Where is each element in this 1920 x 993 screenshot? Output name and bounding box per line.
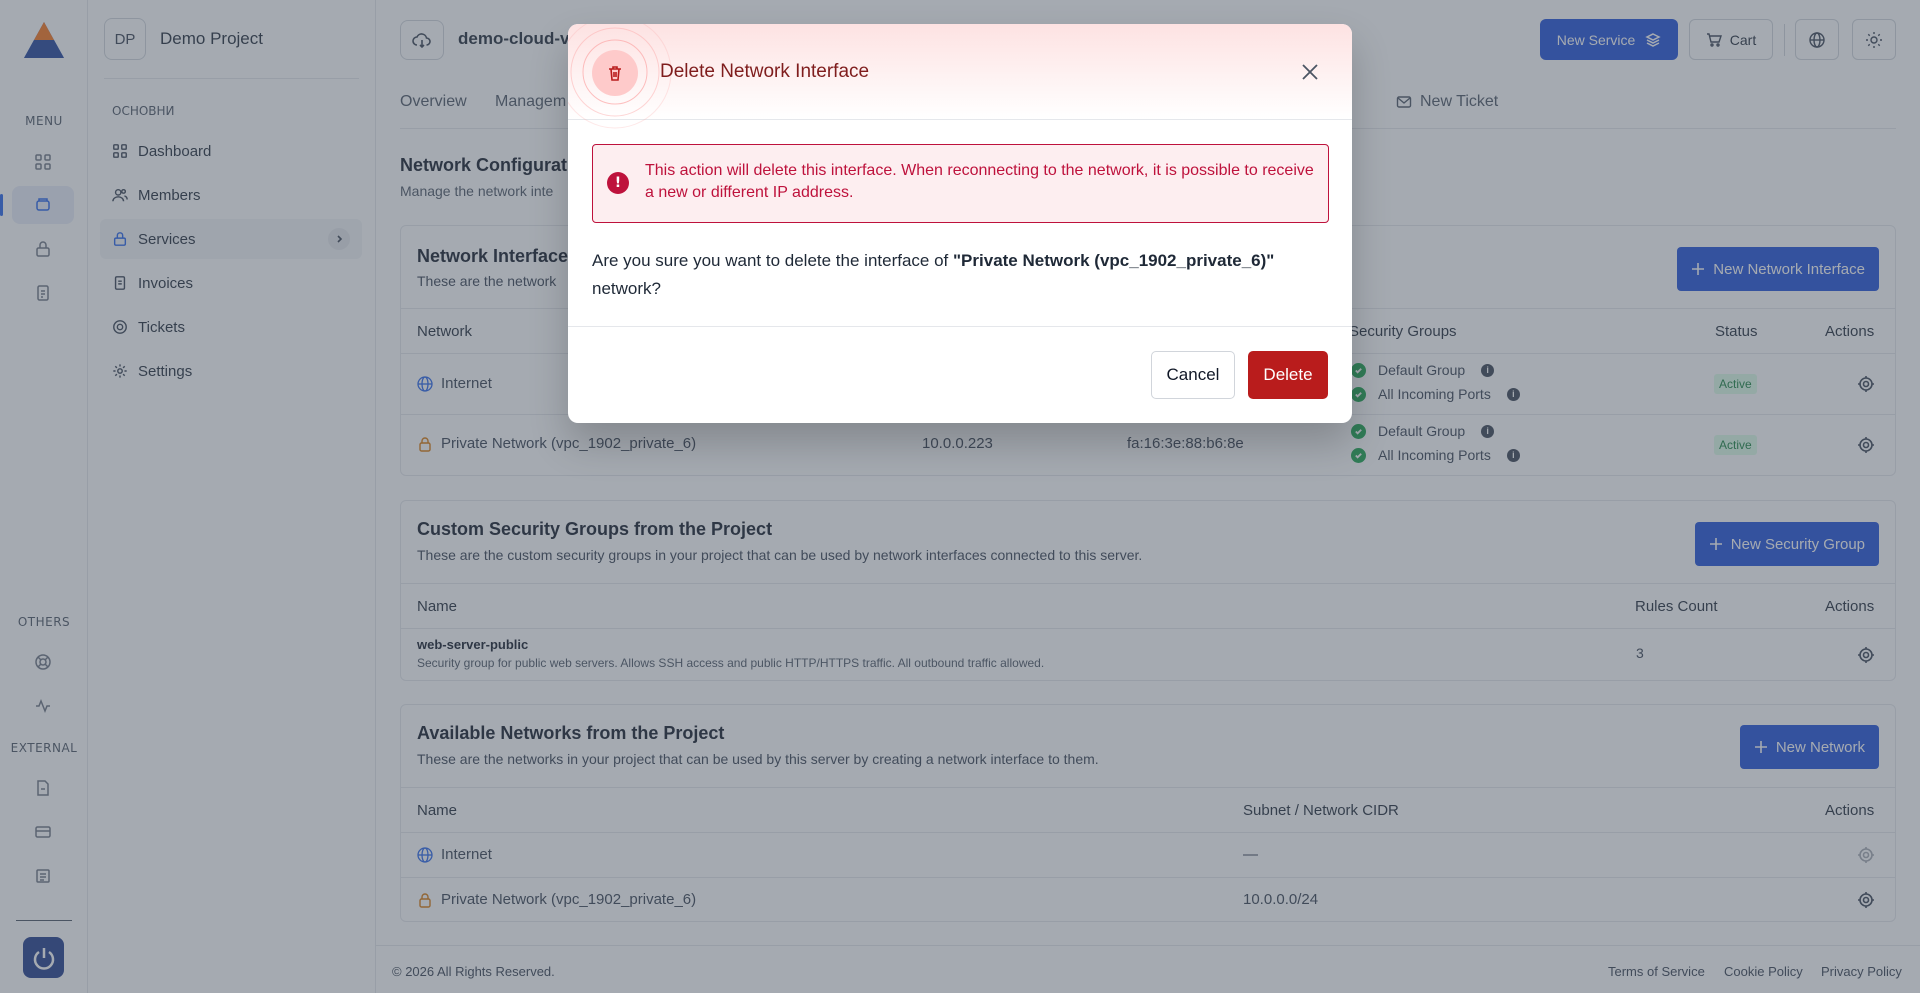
confirmation-question: Are you sure you want to delete the inte… (592, 247, 1312, 303)
close-icon[interactable] (1298, 60, 1322, 84)
dialog-title: Delete Network Interface (660, 61, 870, 82)
question-suffix: network? (592, 279, 661, 298)
warning-alert: ! This action will delete this interface… (592, 144, 1329, 223)
cancel-button[interactable]: Cancel (1151, 351, 1235, 399)
exclamation-icon: ! (607, 172, 629, 194)
delete-button[interactable]: Delete (1248, 351, 1328, 399)
question-target: "Private Network (vpc_1902_private_6)" (953, 251, 1275, 270)
dialog-header: Delete Network Interface (568, 24, 1352, 129)
delete-interface-dialog: Delete Network Interface ! This action w… (568, 24, 1352, 423)
question-prefix: Are you sure you want to delete the inte… (592, 251, 953, 270)
dialog-divider (568, 326, 1352, 327)
alert-text: This action will delete this interface. … (645, 162, 1314, 201)
trash-icon (592, 50, 638, 96)
